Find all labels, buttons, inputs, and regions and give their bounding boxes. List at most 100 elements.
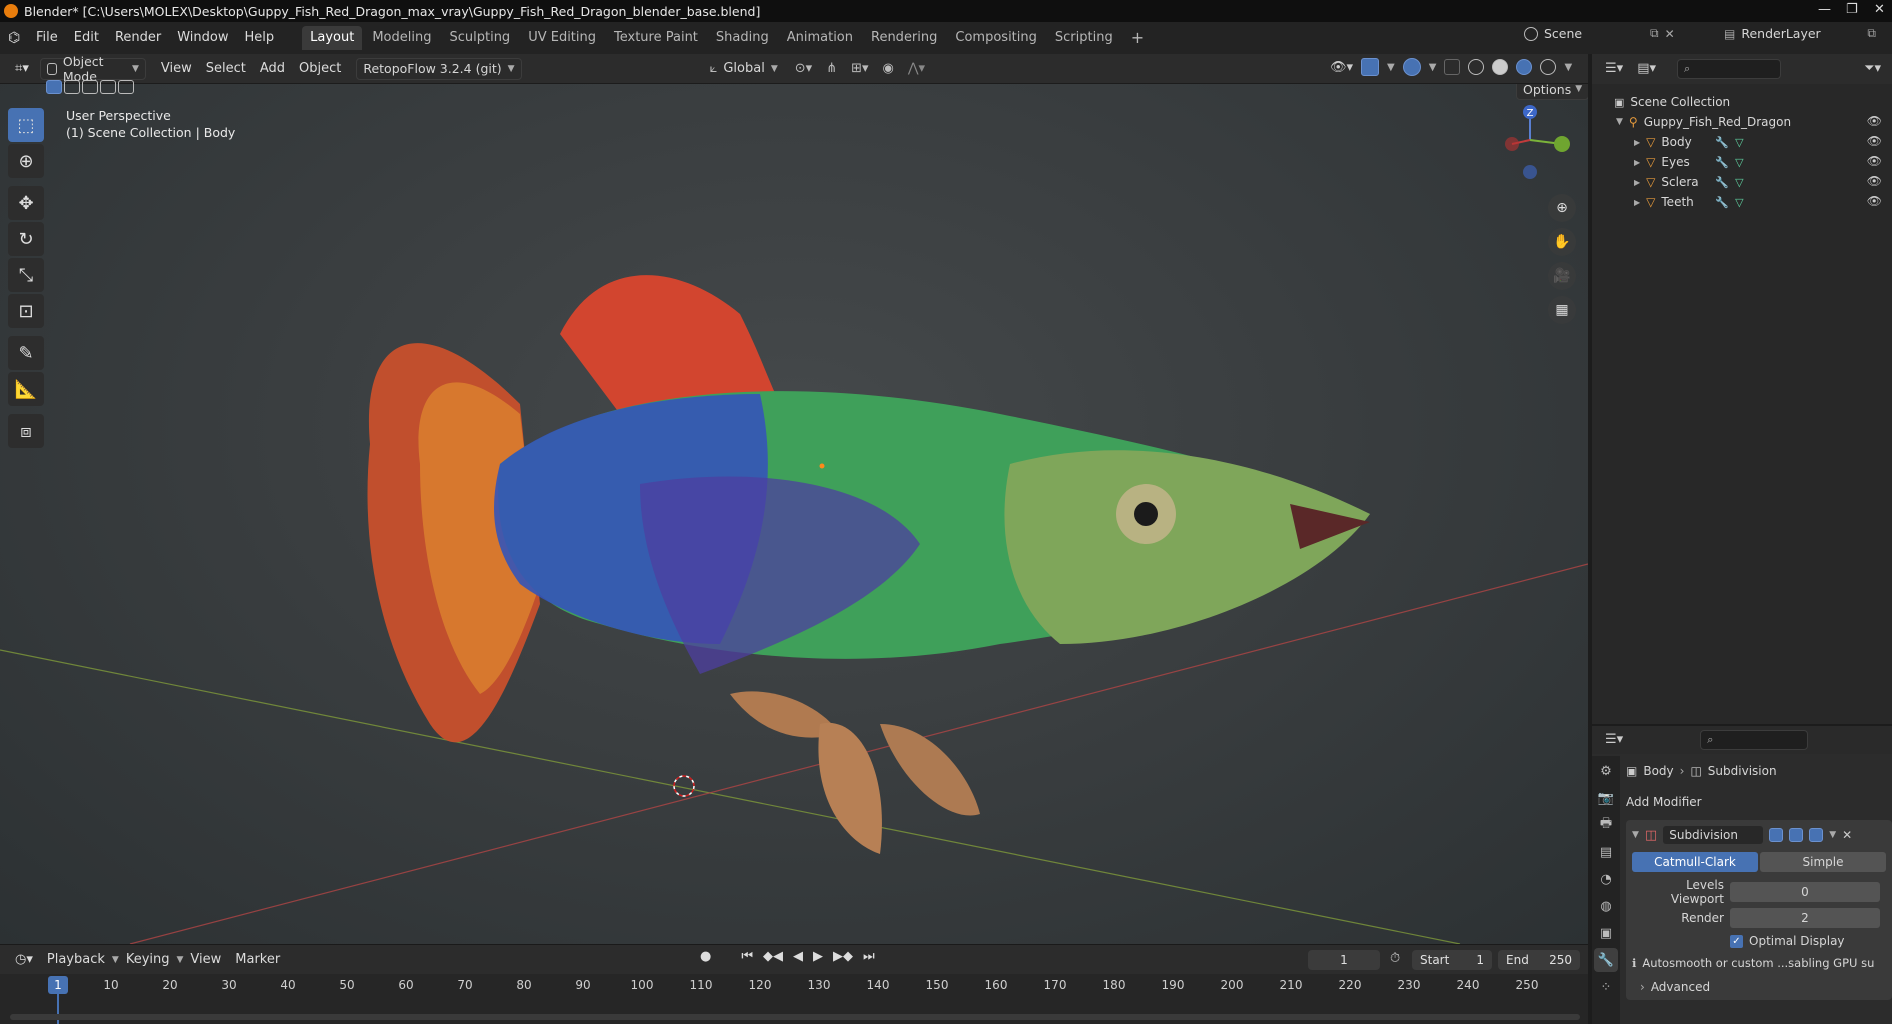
prev-keyframe-icon[interactable]: ◆◀ [763, 949, 783, 964]
visibility-icon[interactable]: 👁▾ [1330, 60, 1353, 75]
menu-view[interactable]: View [154, 58, 199, 80]
outliner-editor-type-icon[interactable]: ☰▾ [1598, 58, 1630, 80]
visibility-eye-icon[interactable]: 👁 [1867, 154, 1882, 168]
scene-name[interactable]: Scene [1544, 26, 1644, 41]
viewport-toggle-icon[interactable] [1789, 828, 1804, 842]
tool-settings-tab-icon[interactable]: ⚙ [1594, 759, 1618, 783]
view-layer-name[interactable]: RenderLayer [1741, 26, 1861, 41]
modifier-wrench-icon[interactable]: 🔧 [1715, 136, 1729, 149]
mesh-data-icon[interactable]: ▽ [1735, 196, 1743, 209]
proportional-editing-icon[interactable]: ◉ [876, 58, 901, 80]
snap-icon[interactable]: ⋔ [819, 58, 844, 80]
mesh-data-icon[interactable]: ▽ [1735, 136, 1743, 149]
annotate-tool-icon[interactable]: ✎ [8, 336, 44, 370]
menu-object[interactable]: Object [292, 58, 348, 80]
pan-hand-icon[interactable]: ✋ [1548, 228, 1576, 256]
expand-icon[interactable]: ▼ [1616, 117, 1623, 127]
move-tool-icon[interactable]: ✥ [8, 186, 44, 220]
tab-texture-paint[interactable]: Texture Paint [606, 26, 706, 50]
menu-marker[interactable]: Marker [228, 949, 287, 971]
edit-mode-toggle-icon[interactable] [1769, 828, 1784, 842]
chevron-down-icon[interactable]: ▼ [1564, 62, 1572, 73]
optimal-display-row[interactable]: ✓ Optimal Display [1632, 934, 1886, 948]
particles-tab-icon[interactable]: ⁘ [1594, 975, 1618, 999]
pivot-point-icon[interactable]: ⊙▾ [788, 58, 819, 80]
tab-modeling[interactable]: Modeling [364, 26, 439, 50]
modifier-wrench-icon[interactable]: 🔧 [1715, 196, 1729, 209]
play-reverse-icon[interactable]: ◀ [793, 949, 803, 964]
add-workspace-icon[interactable]: + [1123, 26, 1152, 50]
filter-icon[interactable]: ⏷▾ [1857, 58, 1888, 80]
tab-rendering[interactable]: Rendering [863, 26, 945, 50]
material-shading-icon[interactable] [1516, 59, 1533, 75]
visibility-eye-icon[interactable]: 👁 [1867, 114, 1882, 128]
mesh-data-icon[interactable]: ▽ [1735, 156, 1743, 169]
timeline-body[interactable]: 1 10 20 30 40 50 60 70 80 90 100 110 120 130 140 150 160… [0, 974, 1588, 1024]
render-toggle-icon[interactable] [1809, 828, 1824, 842]
select-new-icon[interactable] [46, 80, 62, 94]
modifier-wrench-icon[interactable]: 🔧 [1715, 176, 1729, 189]
chevron-down-icon[interactable]: ▼ [1829, 830, 1836, 840]
timeline-editor-type-icon[interactable]: ◷▾ [8, 949, 40, 971]
properties-editor-type-icon[interactable]: ☰▾ [1598, 729, 1630, 751]
measure-tool-icon[interactable]: 📐 [8, 372, 44, 406]
ortho-grid-icon[interactable]: ▦ [1548, 296, 1576, 324]
outliner-row-sclera[interactable]: ▶ ▽ Sclera 🔧 ▽ 👁 [1592, 172, 1892, 192]
tab-uv-editing[interactable]: UV Editing [520, 26, 604, 50]
tab-sculpting[interactable]: Sculpting [441, 26, 518, 50]
frame-ruler[interactable]: 1 10 20 30 40 50 60 70 80 90 100 110 120 130 140 150 160… [0, 974, 1588, 1000]
expand-icon[interactable]: ▶ [1634, 138, 1640, 147]
outliner-row-scene-collection[interactable]: ▣ Scene Collection [1592, 92, 1892, 112]
visibility-eye-icon[interactable]: 👁 [1867, 134, 1882, 148]
minimize-icon[interactable]: — [1818, 2, 1831, 17]
outliner-search-input[interactable]: ⌕ [1677, 59, 1781, 79]
visibility-eye-icon[interactable]: 👁 [1867, 174, 1882, 188]
output-tab-icon[interactable]: 🖶 [1594, 813, 1618, 837]
wireframe-shading-icon[interactable] [1468, 59, 1485, 75]
menu-window[interactable]: Window [169, 26, 236, 50]
navigation-gizmo[interactable]: Z [1490, 100, 1570, 180]
overlays-toggle-icon[interactable] [1402, 58, 1421, 76]
menu-add[interactable]: Add [253, 58, 292, 80]
advanced-section[interactable]: › Advanced [1632, 980, 1886, 994]
jump-start-icon[interactable]: ⏮ [741, 949, 753, 964]
tab-shading[interactable]: Shading [708, 26, 777, 50]
zoom-icon[interactable]: ⊕ [1548, 194, 1576, 222]
world-tab-icon[interactable]: ◍ [1594, 894, 1618, 918]
tab-scripting[interactable]: Scripting [1047, 26, 1121, 50]
properties-search-input[interactable]: ⌕ [1700, 730, 1809, 750]
play-icon[interactable]: ▶ [813, 949, 823, 964]
camera-view-icon[interactable]: 🎥 [1548, 262, 1576, 290]
falloff-icon[interactable]: ⋀▾ [901, 58, 932, 80]
transform-orientation[interactable]: ⟀ Global ▼ [710, 61, 778, 76]
gizmo-y-axis[interactable] [1554, 136, 1570, 152]
outliner-row-body[interactable]: ▶ ▽ Body 🔧 ▽ 👁 [1592, 132, 1892, 152]
remove-modifier-icon[interactable]: ✕ [1842, 828, 1852, 842]
modifier-wrench-icon[interactable]: 🔧 [1715, 156, 1729, 169]
gizmo-neg-z-axis[interactable] [1523, 165, 1537, 179]
options-dropdown[interactable]: Options ▼ [1516, 84, 1588, 100]
modifier-name-field[interactable]: Subdivision [1663, 826, 1764, 844]
modifier-tab-icon[interactable]: 🔧 [1594, 948, 1618, 972]
menu-select[interactable]: Select [199, 58, 253, 80]
menu-help[interactable]: Help [237, 26, 283, 50]
object-mode-dropdown[interactable]: Object Mode ▼ [39, 54, 146, 84]
add-modifier-button[interactable]: Add Modifier [1626, 788, 1892, 816]
outliner-row-teeth[interactable]: ▶ ▽ Teeth 🔧 ▽ 👁 [1592, 192, 1892, 212]
render-levels-field[interactable]: 2 [1730, 908, 1880, 928]
catmull-clark-button[interactable]: Catmull-Clark [1632, 852, 1758, 872]
object-tab-icon[interactable]: ▣ [1594, 921, 1618, 945]
view-layer-new-icon[interactable]: ⧉ [1867, 26, 1876, 41]
scale-tool-icon[interactable]: ⤡ [8, 258, 44, 292]
outliner-row-eyes[interactable]: ▶ ▽ Eyes 🔧 ▽ 👁 [1592, 152, 1892, 172]
expand-icon[interactable]: ▶ [1634, 198, 1640, 207]
select-extend-icon[interactable] [64, 80, 80, 94]
view-layer-tab-icon[interactable]: ▤ [1594, 840, 1618, 864]
tab-animation[interactable]: Animation [779, 26, 861, 50]
select-subtract-icon[interactable] [82, 80, 98, 94]
visibility-eye-icon[interactable]: 👁 [1867, 194, 1882, 208]
menu-keying[interactable]: Keying [119, 949, 177, 971]
menu-file[interactable]: File [28, 26, 66, 50]
tab-compositing[interactable]: Compositing [947, 26, 1045, 50]
select-box-tool-icon[interactable]: ⬚ [8, 108, 44, 142]
